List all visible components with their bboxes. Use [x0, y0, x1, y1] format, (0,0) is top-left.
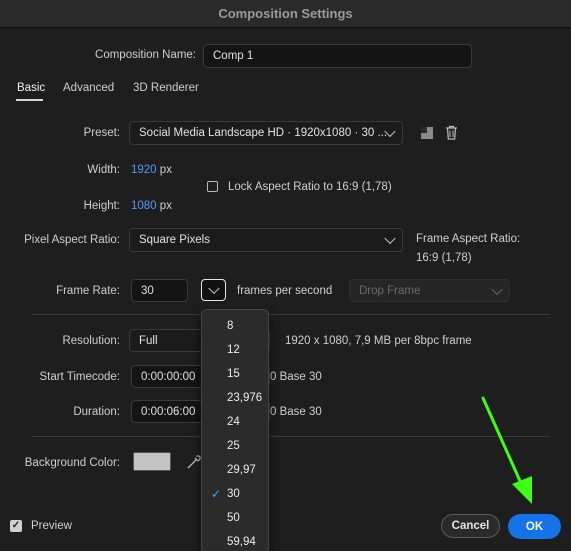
chevron-down-icon: [208, 282, 220, 295]
menu-item-fps-25[interactable]: 25: [202, 434, 268, 458]
start-timecode-base: 0 Base 30: [270, 371, 322, 383]
height-field[interactable]: 1080 px: [131, 200, 172, 212]
window-title: Composition Settings: [218, 6, 353, 21]
resolution-label: Resolution:: [62, 335, 120, 347]
height-label: Height:: [83, 200, 120, 212]
frame-rate-dropdown-button[interactable]: [201, 279, 226, 301]
frame-rate-value: 30: [141, 284, 154, 297]
drop-frame-value: Drop Frame: [359, 284, 421, 297]
menu-item-fps-30[interactable]: ✓ 30: [202, 482, 268, 506]
frame-aspect-value: 16:9 (1,78): [416, 252, 472, 264]
trash-icon[interactable]: [445, 125, 458, 140]
preview-label: Preview: [31, 520, 72, 532]
checkmark-icon: ✓: [11, 520, 21, 531]
section-divider: [31, 314, 550, 315]
start-timecode-value: 0:00:00:00: [141, 370, 196, 383]
tab-3d-renderer[interactable]: 3D Renderer: [133, 82, 199, 94]
menu-item-fps-12[interactable]: 12: [202, 338, 268, 362]
width-label: Width:: [87, 164, 120, 176]
resolution-info: 1920 x 1080, 7,9 MB per 8bpc frame: [285, 335, 472, 347]
height-value[interactable]: 1080: [131, 200, 157, 212]
menu-item-fps-23976[interactable]: 23,976: [202, 386, 268, 410]
background-color-swatch[interactable]: [133, 452, 171, 471]
frame-aspect-label: Frame Aspect Ratio:: [416, 233, 521, 245]
drop-frame-select: Drop Frame: [349, 279, 510, 302]
eyedropper-icon[interactable]: [186, 454, 202, 470]
chevron-down-icon: [384, 232, 396, 245]
pixel-aspect-select[interactable]: Square Pixels: [129, 228, 403, 252]
comp-name-value: Comp 1: [213, 50, 254, 62]
ok-button[interactable]: OK: [508, 514, 561, 539]
annotation-arrow: [481, 396, 532, 504]
preset-label: Preset:: [83, 127, 120, 139]
cancel-button[interactable]: Cancel: [441, 514, 500, 538]
duration-base: 0 Base 30: [270, 406, 322, 418]
width-field[interactable]: 1920 px: [131, 164, 172, 176]
menu-item-fps-50[interactable]: 50: [202, 506, 268, 530]
tab-advanced[interactable]: Advanced: [63, 82, 114, 94]
frame-rate-input[interactable]: 30: [131, 279, 188, 302]
menu-item-fps-15[interactable]: 15: [202, 362, 268, 386]
comp-name-label: Composition Name:: [95, 49, 196, 61]
menu-item-fps-24[interactable]: 24: [202, 410, 268, 434]
save-preset-icon[interactable]: [420, 126, 434, 140]
active-tab-indicator: [16, 99, 43, 101]
menu-item-fps-5994[interactable]: 59,94: [202, 530, 268, 551]
resolution-value: Full: [139, 334, 158, 347]
preset-value: Social Media Landscape HD · 1920x1080 · …: [139, 127, 388, 139]
pixel-aspect-label: Pixel Aspect Ratio:: [24, 234, 120, 246]
lock-aspect-label: Lock Aspect Ratio to 16:9 (1,78): [228, 181, 392, 193]
preview-checkbox[interactable]: ✓: [10, 520, 22, 532]
width-value[interactable]: 1920: [131, 164, 157, 176]
frame-rate-menu: 8 12 15 23,976 24 25 29,97 ✓ 30 50 59,94: [201, 309, 269, 551]
menu-item-fps-8[interactable]: 8: [202, 314, 268, 338]
start-timecode-label: Start Timecode:: [39, 371, 120, 383]
pixel-aspect-value: Square Pixels: [139, 234, 210, 246]
tab-basic[interactable]: Basic: [17, 82, 45, 94]
height-unit: px: [159, 200, 172, 212]
lock-aspect-checkbox[interactable]: [207, 181, 218, 192]
background-color-label: Background Color:: [24, 457, 120, 469]
chevron-down-icon: [491, 283, 503, 295]
duration-label: Duration:: [73, 406, 120, 418]
menu-item-fps-2997[interactable]: 29,97: [202, 458, 268, 482]
duration-value: 0:00:06:00: [141, 405, 196, 418]
preset-select[interactable]: Social Media Landscape HD · 1920x1080 · …: [129, 121, 403, 145]
frame-rate-unit: frames per second: [237, 285, 333, 297]
frame-rate-label: Frame Rate:: [56, 285, 120, 297]
width-unit: px: [159, 164, 172, 176]
title-bar: Composition Settings: [0, 0, 571, 28]
checkmark-icon: ✓: [211, 487, 222, 501]
section-divider: [31, 436, 550, 437]
comp-name-input[interactable]: Comp 1: [203, 44, 472, 68]
